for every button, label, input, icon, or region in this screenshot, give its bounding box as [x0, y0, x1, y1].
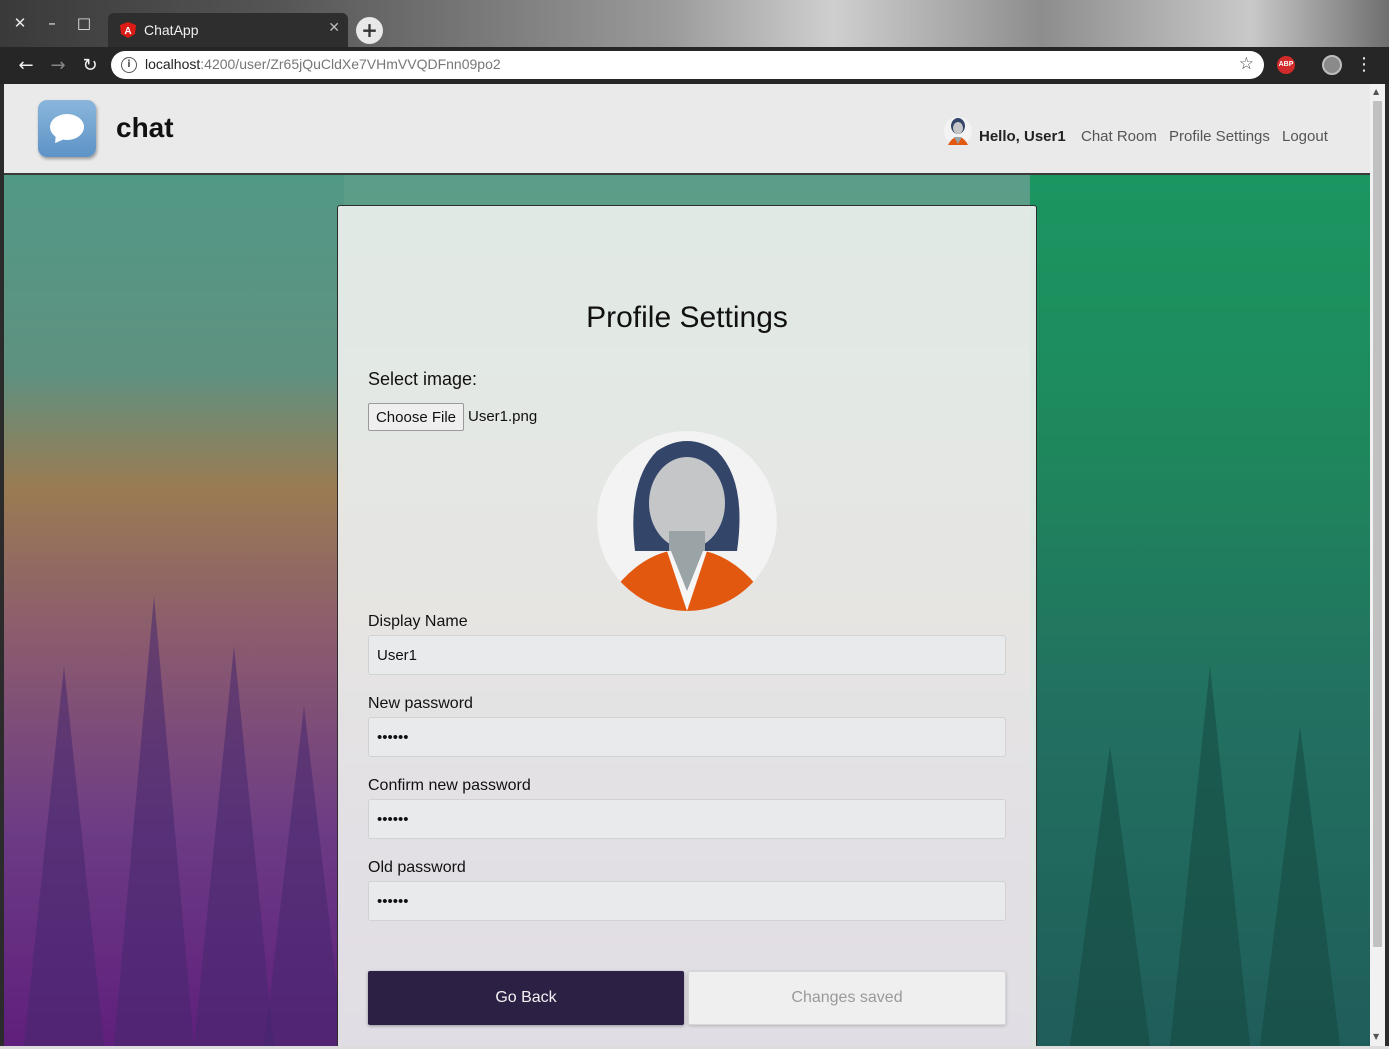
new-tab-button[interactable]: +	[356, 17, 383, 44]
info-icon[interactable]: i	[121, 57, 137, 73]
new-password-label: New password	[368, 695, 473, 712]
scroll-down-icon[interactable]: ▼	[1373, 1032, 1379, 1041]
profile-settings-card: Profile Settings Select image: Choose Fi…	[337, 205, 1037, 1046]
maximize-icon[interactable]: □	[75, 14, 93, 32]
background-left	[4, 84, 344, 1046]
star-icon[interactable]: ☆	[1239, 54, 1254, 74]
url-text[interactable]: localhost:4200/user/Zr65jQuCldXe7VHmVVQD…	[145, 56, 501, 72]
nav-link-chat-room[interactable]: Chat Room	[1081, 128, 1157, 145]
old-password-input[interactable]	[368, 881, 1006, 921]
kebab-menu-icon[interactable]: ⋮	[1355, 54, 1373, 75]
abp-icon[interactable]: ABP	[1277, 56, 1295, 74]
chat-logo-icon[interactable]	[38, 100, 96, 157]
old-password-label: Old password	[368, 859, 466, 876]
confirm-password-label: Confirm new password	[368, 777, 531, 794]
select-image-label: Select image:	[368, 369, 478, 389]
go-back-button[interactable]: Go Back	[368, 971, 684, 1025]
display-name-input[interactable]	[368, 635, 1006, 675]
greeting: Hello, User1	[979, 128, 1066, 145]
svg-text:A: A	[124, 26, 131, 37]
close-icon[interactable]: ✕	[11, 14, 29, 32]
browser-tab[interactable]: A ChatApp ✕	[108, 13, 348, 47]
nav-link-logout[interactable]: Logout	[1282, 128, 1328, 145]
user-avatar-icon	[944, 117, 972, 145]
display-name-label: Display Name	[368, 613, 468, 630]
reload-icon[interactable]: ↻	[79, 55, 101, 77]
minimize-icon[interactable]: –	[43, 14, 61, 32]
background-right	[1030, 84, 1370, 1046]
choose-file-button[interactable]: Choose File	[368, 403, 464, 431]
browser-titlebar: ✕ – □ A ChatApp ✕ +	[0, 0, 1389, 48]
profile-avatar-icon	[597, 431, 777, 611]
browser-toolbar: ← → ↻ i localhost:4200/user/Zr65jQuCldXe…	[0, 47, 1389, 84]
scroll-up-icon[interactable]: ▲	[1373, 87, 1379, 96]
angular-icon: A	[120, 22, 136, 38]
confirm-password-input[interactable]	[368, 799, 1006, 839]
scroll-thumb[interactable]	[1373, 101, 1382, 947]
address-bar[interactable]: i localhost:4200/user/Zr65jQuCldXe7VHmVV…	[111, 51, 1264, 79]
extension-icon[interactable]	[1322, 55, 1342, 75]
nav-link-profile-settings[interactable]: Profile Settings	[1169, 128, 1270, 145]
new-password-input[interactable]	[368, 717, 1006, 757]
tab-close-icon[interactable]: ✕	[328, 20, 340, 36]
forward-arrow-icon[interactable]: →	[47, 55, 69, 77]
page-title: Profile Settings	[586, 301, 788, 334]
back-arrow-icon[interactable]: ←	[15, 55, 37, 77]
brand-name[interactable]: chat	[116, 112, 174, 144]
page-viewport: chat Hello, User1 Chat Room Profile Sett…	[4, 84, 1370, 1046]
page-scrollbar[interactable]: ▲ ▼	[1370, 84, 1385, 1046]
tab-title: ChatApp	[144, 22, 199, 38]
selected-file-name: User1.png	[468, 408, 538, 425]
changes-saved-button[interactable]: Changes saved	[688, 971, 1006, 1025]
app-navbar: chat Hello, User1 Chat Room Profile Sett…	[4, 84, 1370, 175]
